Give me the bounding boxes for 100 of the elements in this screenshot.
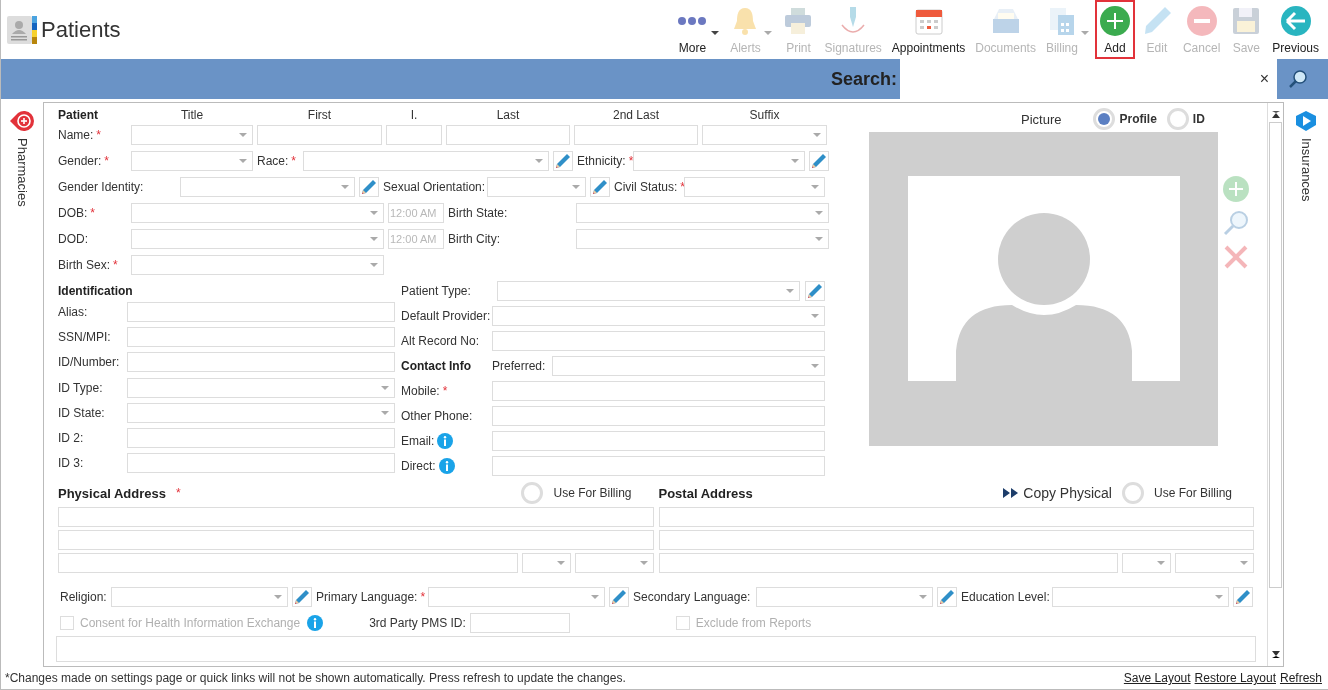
caret-icon	[341, 185, 349, 189]
caret-icon	[1157, 561, 1165, 565]
dropdown-field[interactable]	[180, 177, 355, 197]
text-field[interactable]	[127, 453, 395, 474]
text-field[interactable]	[127, 326, 395, 347]
text-field[interactable]	[492, 455, 825, 476]
edit-button[interactable]	[553, 151, 573, 171]
dropdown-field[interactable]	[131, 125, 253, 145]
dropdown-field[interactable]	[497, 280, 800, 301]
edit-button[interactable]	[292, 587, 312, 607]
dropdown-field[interactable]	[111, 587, 288, 607]
text-field[interactable]	[574, 125, 698, 145]
dropdown-field[interactable]	[487, 177, 586, 197]
text-field[interactable]	[58, 507, 654, 527]
toolbar-button[interactable]: More	[672, 0, 724, 59]
text-field[interactable]	[386, 125, 442, 145]
dropdown-field[interactable]	[1052, 587, 1229, 607]
pencil-icon	[361, 179, 377, 195]
dropdown-field[interactable]	[552, 355, 825, 376]
edit-button[interactable]	[609, 587, 629, 607]
dropdown-field[interactable]	[1175, 553, 1254, 573]
text-field[interactable]	[58, 530, 654, 550]
text-field[interactable]	[492, 380, 825, 401]
edit-button[interactable]	[590, 177, 610, 197]
dropdown-field[interactable]	[576, 203, 829, 223]
dropdown-field[interactable]	[702, 125, 827, 145]
field-label: ID 3:	[58, 456, 84, 471]
edit-button[interactable]	[359, 177, 379, 197]
dropdown-field[interactable]	[131, 229, 384, 249]
radio-button[interactable]	[521, 482, 544, 504]
close-icon	[1222, 243, 1250, 271]
text-field[interactable]	[492, 430, 825, 451]
caret-icon	[791, 159, 799, 163]
notes-field[interactable]	[56, 636, 1256, 662]
text-field[interactable]	[469, 613, 570, 633]
dropdown-field[interactable]	[131, 203, 384, 223]
text-field[interactable]	[658, 507, 1254, 527]
scroll-down-arrow[interactable]	[1271, 651, 1280, 658]
text-field[interactable]	[127, 352, 395, 373]
dropdown-field[interactable]	[633, 151, 805, 171]
dropdown-field[interactable]	[574, 553, 654, 573]
edit-button[interactable]	[937, 587, 957, 607]
radio-button[interactable]	[1166, 108, 1189, 130]
caret-icon	[811, 363, 819, 368]
footer-link[interactable]: Refresh	[1279, 671, 1322, 685]
scrollbar-thumb[interactable]	[1269, 122, 1282, 588]
required-mark: *	[104, 154, 110, 168]
toolbar-button[interactable]: Add	[1094, 0, 1135, 59]
text-field[interactable]	[127, 428, 395, 449]
plus-icon	[1222, 175, 1250, 203]
copy-physical-button[interactable]: Copy Physical	[1003, 485, 1112, 501]
text-field[interactable]	[658, 553, 1118, 573]
pharmacy-pin-icon	[9, 110, 35, 132]
required-mark: *	[90, 206, 95, 220]
pencil-icon	[611, 589, 627, 605]
text-field[interactable]	[58, 553, 518, 573]
side-tab[interactable]: Insurances	[1298, 138, 1314, 202]
column-header: Title	[179, 108, 205, 122]
dropdown-field[interactable]	[303, 151, 549, 171]
radio-button[interactable]	[1093, 108, 1116, 130]
pencil-icon	[555, 153, 571, 169]
dropdown-field[interactable]	[131, 151, 253, 171]
text-field[interactable]	[492, 330, 825, 351]
edit-button[interactable]	[1233, 587, 1253, 607]
toolbar-button[interactable]: Previous	[1268, 0, 1323, 59]
pencil-icon	[592, 179, 608, 195]
caret-icon	[639, 561, 648, 565]
caret-icon	[919, 595, 927, 599]
dropdown-field[interactable]	[684, 177, 825, 197]
dropdown-field[interactable]	[127, 377, 395, 398]
radio-button[interactable]	[1121, 482, 1144, 504]
dropdown-field[interactable]	[521, 553, 571, 573]
footer-link[interactable]: Restore Layout	[1194, 671, 1276, 685]
text-field[interactable]	[492, 405, 825, 426]
toolbar-button[interactable]: Appointments	[887, 0, 970, 59]
more-icon	[676, 16, 709, 26]
clear-button[interactable]: ×	[1251, 70, 1277, 88]
footer-link[interactable]: Save Layout	[1123, 671, 1191, 685]
required-mark: *	[113, 258, 118, 272]
dropdown-field[interactable]	[428, 587, 605, 607]
side-tab[interactable]: Pharmacies	[14, 138, 30, 207]
dropdown-field[interactable]	[576, 229, 829, 249]
field-label: Direct:	[401, 458, 436, 473]
caret-icon	[370, 263, 378, 267]
dropdown-field[interactable]	[131, 255, 384, 275]
text-field[interactable]	[257, 125, 382, 145]
search-label: Search:	[830, 68, 897, 90]
search-field[interactable]: ×	[900, 59, 1277, 99]
dropdown-field[interactable]	[1122, 553, 1171, 573]
insurance-shield-icon	[1295, 110, 1317, 132]
section-heading: Physical Address	[58, 485, 166, 501]
dropdown-field[interactable]	[492, 305, 825, 326]
dropdown-field[interactable]	[127, 402, 395, 423]
text-field[interactable]	[446, 125, 570, 145]
edit-button[interactable]	[805, 280, 825, 301]
edit-button[interactable]	[809, 151, 829, 171]
plus-icon	[1098, 5, 1131, 37]
text-field[interactable]	[658, 530, 1254, 550]
dropdown-field[interactable]	[756, 587, 933, 607]
text-field[interactable]	[127, 301, 395, 322]
